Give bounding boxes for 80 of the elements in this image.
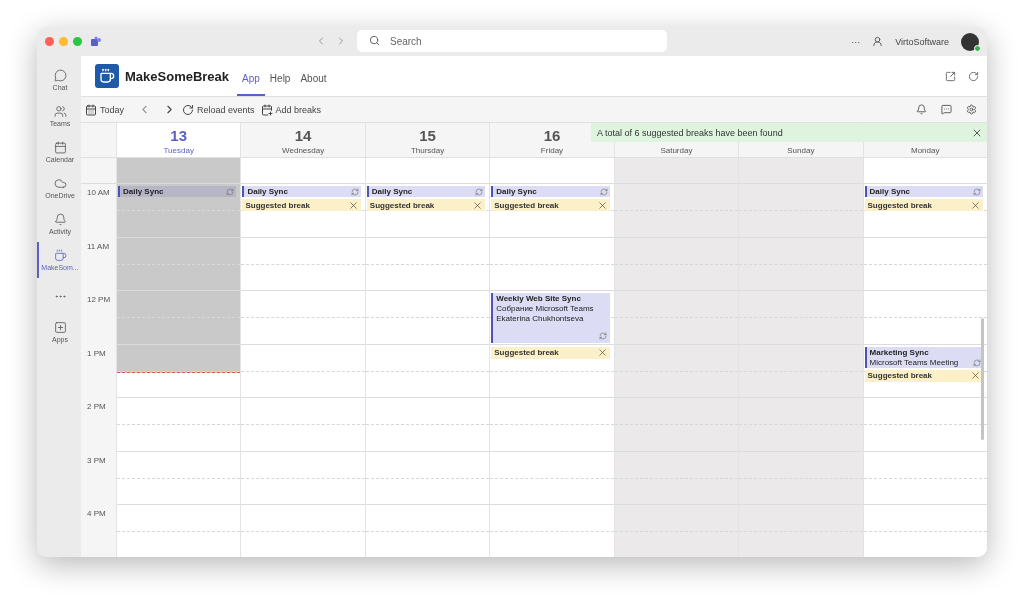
more-menu[interactable]: ··· bbox=[851, 36, 861, 47]
close-icon[interactable] bbox=[347, 199, 359, 211]
bell-icon[interactable] bbox=[916, 104, 927, 115]
person-icon[interactable] bbox=[872, 36, 884, 47]
tab[interactable]: Help bbox=[264, 60, 296, 96]
bell-icon bbox=[53, 213, 67, 226]
time-label: 3 PM bbox=[87, 455, 106, 465]
feedback-icon[interactable] bbox=[941, 104, 952, 115]
event-detail: Microsoft Teams Meeting bbox=[869, 357, 959, 367]
reload-button[interactable]: Reload events bbox=[182, 103, 255, 116]
recurring-icon bbox=[972, 358, 981, 367]
zoom-button[interactable] bbox=[73, 37, 82, 46]
scrollbar[interactable] bbox=[981, 318, 984, 440]
reload-icon bbox=[182, 103, 195, 116]
event-title: Daily Sync bbox=[496, 187, 537, 196]
suggested-break[interactable]: Suggested break bbox=[864, 199, 983, 211]
suggested-break[interactable]: Suggested break bbox=[864, 369, 983, 382]
recurring-icon bbox=[598, 332, 607, 340]
calendar-icon bbox=[53, 141, 67, 154]
settings-icon[interactable] bbox=[966, 104, 977, 115]
calendar-event[interactable]: Weekly Web Site Sync Собрание Microsoft Teams Ekaterina Chukhontseva bbox=[491, 293, 610, 343]
add-breaks-button[interactable]: Add breaks bbox=[260, 103, 322, 116]
status-icon bbox=[974, 44, 981, 52]
app-logo-icon bbox=[90, 35, 102, 48]
recurring-icon bbox=[599, 187, 608, 196]
close-icon[interactable] bbox=[472, 199, 484, 211]
cup-icon bbox=[53, 249, 67, 262]
event-title: Daily Sync bbox=[123, 187, 164, 196]
app-logo-icon bbox=[95, 64, 119, 88]
event-title: Weekly Web Site Sync bbox=[496, 294, 582, 303]
search-icon bbox=[369, 35, 380, 46]
cloud-icon bbox=[53, 177, 67, 190]
close-icon[interactable] bbox=[596, 347, 608, 358]
event-detail: Ekaterina Chukhontseva bbox=[496, 314, 585, 323]
popout-icon[interactable] bbox=[945, 70, 956, 82]
chat-icon bbox=[53, 69, 67, 82]
time-label: 11 AM bbox=[87, 241, 110, 251]
search-field[interactable]: Search bbox=[357, 30, 667, 52]
calendar-icon bbox=[85, 103, 97, 116]
today-button[interactable]: Today bbox=[85, 103, 125, 116]
calendar-event[interactable]: Daily Sync bbox=[864, 186, 983, 197]
recurring-icon bbox=[226, 187, 235, 196]
tab[interactable]: About bbox=[295, 60, 332, 96]
user-name: VirtoSoftware bbox=[895, 36, 949, 47]
time-label: 1 PM bbox=[87, 348, 106, 358]
people-icon bbox=[53, 105, 67, 118]
time-label: 10 AM bbox=[87, 188, 110, 197]
tab[interactable]: App bbox=[237, 60, 265, 96]
calendar-plus-icon bbox=[260, 103, 273, 116]
time-label: 4 PM bbox=[87, 509, 106, 518]
add-icon bbox=[53, 321, 67, 334]
calendar-event[interactable]: Daily Sync bbox=[242, 186, 361, 197]
suggested-break[interactable]: Suggested break bbox=[491, 346, 610, 359]
event-title: Marketing Sync bbox=[869, 347, 930, 357]
close-button[interactable] bbox=[45, 37, 54, 46]
calendar-event[interactable]: Daily Sync bbox=[366, 186, 486, 197]
recurring-icon bbox=[350, 187, 359, 196]
recurring-icon bbox=[972, 187, 981, 196]
day-header: 15 Thursday bbox=[364, 123, 490, 157]
event-title: Daily Sync bbox=[869, 187, 910, 196]
time-label: 2 PM bbox=[87, 402, 106, 411]
recurring-icon bbox=[475, 187, 484, 196]
suggested-break[interactable]: Suggested break bbox=[366, 199, 486, 211]
calendar-event[interactable]: Daily Sync bbox=[491, 186, 610, 197]
suggested-break[interactable]: Suggested break bbox=[242, 199, 361, 211]
avatar[interactable] bbox=[961, 32, 979, 51]
app-name: MakeSomeBreak bbox=[125, 68, 230, 84]
day-header: 14 Wednesday bbox=[240, 123, 365, 157]
suggested-break[interactable]: Suggested break bbox=[491, 199, 610, 211]
event-title: Daily Sync bbox=[247, 187, 288, 196]
close-icon[interactable] bbox=[969, 370, 981, 381]
event-title: Daily Sync bbox=[371, 187, 413, 196]
calendar-event[interactable]: Daily Sync bbox=[118, 186, 237, 197]
refresh-icon[interactable] bbox=[968, 70, 979, 82]
time-label: 12 PM bbox=[87, 295, 111, 304]
close-icon[interactable] bbox=[969, 199, 981, 211]
event-detail: Собрание Microsoft Teams bbox=[496, 304, 594, 313]
calendar-event[interactable]: Marketing Sync Microsoft Teams Meeting bbox=[864, 346, 983, 368]
day-header: 13 Tuesday bbox=[116, 123, 241, 157]
close-icon[interactable] bbox=[596, 199, 608, 211]
